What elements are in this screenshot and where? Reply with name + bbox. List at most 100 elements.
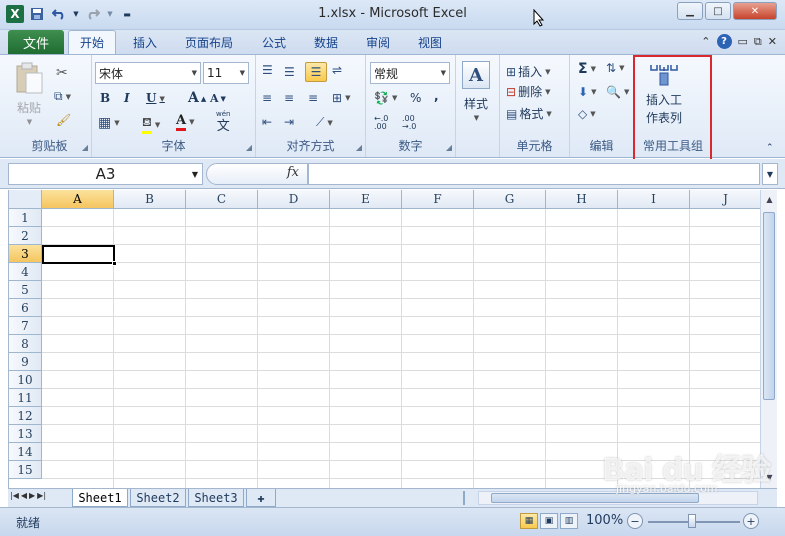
delete-cells-button[interactable]: ⊟ 删除 ▼	[506, 83, 550, 100]
sheet-tab-sheet2[interactable]: Sheet2	[130, 489, 186, 507]
align-left-button[interactable]: ≡	[262, 91, 272, 105]
restore-workbook-icon[interactable]: ⧉	[754, 35, 762, 49]
font-launcher-icon[interactable]: ◢	[246, 143, 252, 152]
merge-center-button[interactable]: ⊞ ▼	[332, 91, 350, 105]
row-header-4[interactable]: 4	[9, 263, 42, 281]
fill-button[interactable]: ⬇ ▼	[578, 85, 596, 99]
underline-button[interactable]: U ▼	[146, 91, 165, 105]
close-button[interactable]: ✕	[733, 2, 777, 20]
row-header-14[interactable]: 14	[9, 443, 42, 461]
wrap-text-button[interactable]: ⇌	[332, 63, 342, 77]
row-header-6[interactable]: 6	[9, 299, 42, 317]
column-header-a[interactable]: A	[42, 190, 114, 209]
column-header-g[interactable]: G	[474, 190, 546, 209]
alignment-launcher-icon[interactable]: ◢	[356, 143, 362, 152]
fill-color-button[interactable]: ⛾ ▼	[142, 115, 160, 134]
prev-sheet-icon[interactable]: ◀	[21, 491, 27, 500]
help-icon[interactable]: ?	[716, 34, 732, 49]
name-box-dropdown-icon[interactable]: ▼	[192, 170, 198, 179]
styles-button[interactable]: A 样式 ▼	[462, 61, 490, 122]
format-cells-button[interactable]: ▤ 格式 ▼	[506, 105, 552, 122]
phonetic-button[interactable]: wén 文	[216, 111, 230, 134]
italic-button[interactable]: I	[124, 91, 130, 105]
minimize-workbook-icon[interactable]: ▭	[738, 35, 748, 48]
active-cell[interactable]	[42, 245, 117, 266]
orientation-button[interactable]: ⟋ ▼	[316, 115, 333, 130]
font-name-select[interactable]: 宋体 ▼	[95, 62, 201, 84]
sheet-tab-sheet3[interactable]: Sheet3	[188, 489, 244, 507]
column-header-f[interactable]: F	[402, 190, 474, 209]
paste-button[interactable]: 粘贴 ▼	[14, 61, 44, 126]
select-all-corner[interactable]	[9, 190, 42, 209]
new-sheet-icon[interactable]: ✚	[246, 489, 276, 507]
tab-home[interactable]: 开始	[68, 30, 116, 54]
decrease-decimal-button[interactable]: .00 →.0	[402, 115, 428, 131]
minimize-button[interactable]: ▁	[677, 2, 703, 20]
row-header-12[interactable]: 12	[9, 407, 42, 425]
first-sheet-icon[interactable]: |◀	[10, 491, 19, 500]
find-select-button[interactable]: 🔍 ▼	[606, 85, 629, 99]
expand-formula-bar-icon[interactable]: ▼	[762, 163, 778, 185]
normal-view-icon[interactable]: ▦	[520, 513, 538, 529]
column-header-j[interactable]: J	[690, 190, 760, 209]
borders-button[interactable]: ▦ ▼	[98, 115, 120, 131]
scroll-up-icon[interactable]: ▲	[762, 192, 777, 207]
align-center-button[interactable]: ≡	[284, 91, 294, 105]
increase-indent-button[interactable]: ⇥	[284, 115, 294, 129]
column-header-i[interactable]: I	[618, 190, 690, 209]
format-painter-button[interactable]: 🖌	[56, 113, 71, 127]
insert-function-icon[interactable]: fx	[287, 165, 299, 180]
tab-data[interactable]: 数据	[304, 30, 348, 54]
cut-button[interactable]: ✂	[56, 65, 68, 81]
sort-filter-button[interactable]: ⇅ ▼	[606, 61, 624, 75]
collapse-ribbon-icon[interactable]: ⌃	[701, 35, 710, 48]
accounting-format-button[interactable]: 💱 ▼	[374, 91, 397, 105]
vertical-scroll-thumb[interactable]	[763, 212, 775, 400]
row-header-9[interactable]: 9	[9, 353, 42, 371]
tab-review[interactable]: 审阅	[356, 30, 400, 54]
sheet-tab-sheet1[interactable]: Sheet1	[72, 489, 128, 507]
row-header-11[interactable]: 11	[9, 389, 42, 407]
clear-button[interactable]: ◇ ▼	[578, 107, 596, 121]
font-color-button[interactable]: A ▼	[176, 113, 194, 131]
tab-view[interactable]: 视图	[408, 30, 452, 54]
row-header-10[interactable]: 10	[9, 371, 42, 389]
tab-page-layout[interactable]: 页面布局	[176, 30, 242, 54]
number-format-select[interactable]: 常规 ▼	[370, 62, 450, 84]
fill-handle[interactable]	[112, 261, 117, 266]
insert-cells-button[interactable]: ⊞ 插入 ▼	[506, 63, 550, 80]
row-header-1[interactable]: 1	[9, 209, 42, 227]
maximize-button[interactable]: □	[705, 2, 731, 20]
increase-decimal-button[interactable]: ←.0 .00	[374, 115, 400, 131]
copy-button[interactable]: ⧉ ▼	[54, 89, 71, 104]
column-header-c[interactable]: C	[186, 190, 258, 209]
row-header-3[interactable]: 3	[9, 245, 42, 263]
autosum-button[interactable]: Σ ▼	[578, 61, 596, 77]
next-sheet-icon[interactable]: ▶	[29, 491, 35, 500]
shrink-font-button[interactable]: A ▼	[210, 92, 226, 105]
name-box[interactable]: A3 ▼	[8, 163, 203, 185]
column-header-e[interactable]: E	[330, 190, 402, 209]
grow-font-button[interactable]: A ▲	[188, 90, 206, 106]
font-size-select[interactable]: 11 ▼	[203, 62, 249, 84]
number-launcher-icon[interactable]: ◢	[446, 143, 452, 152]
row-header-8[interactable]: 8	[9, 335, 42, 353]
row-header-5[interactable]: 5	[9, 281, 42, 299]
clipboard-launcher-icon[interactable]: ◢	[82, 143, 88, 152]
row-header-2[interactable]: 2	[9, 227, 42, 245]
zoom-level[interactable]: 100%	[586, 513, 623, 528]
row-header-13[interactable]: 13	[9, 425, 42, 443]
tab-split-handle[interactable]	[463, 491, 469, 505]
close-workbook-icon[interactable]: ✕	[768, 35, 777, 48]
vertical-scrollbar[interactable]: ▲ ▼	[760, 190, 777, 488]
column-header-d[interactable]: D	[258, 190, 330, 209]
zoom-slider-thumb[interactable]	[688, 514, 696, 528]
ribbon-scroll-icon[interactable]: ⌃	[766, 143, 774, 153]
page-layout-view-icon[interactable]: ▣	[540, 513, 558, 529]
tab-insert[interactable]: 插入	[122, 30, 168, 54]
comma-button[interactable]: ,	[434, 89, 439, 103]
bold-button[interactable]: B	[100, 91, 110, 105]
row-header-7[interactable]: 7	[9, 317, 42, 335]
tab-formulas[interactable]: 公式	[252, 30, 296, 54]
row-header-15[interactable]: 15	[9, 461, 42, 479]
